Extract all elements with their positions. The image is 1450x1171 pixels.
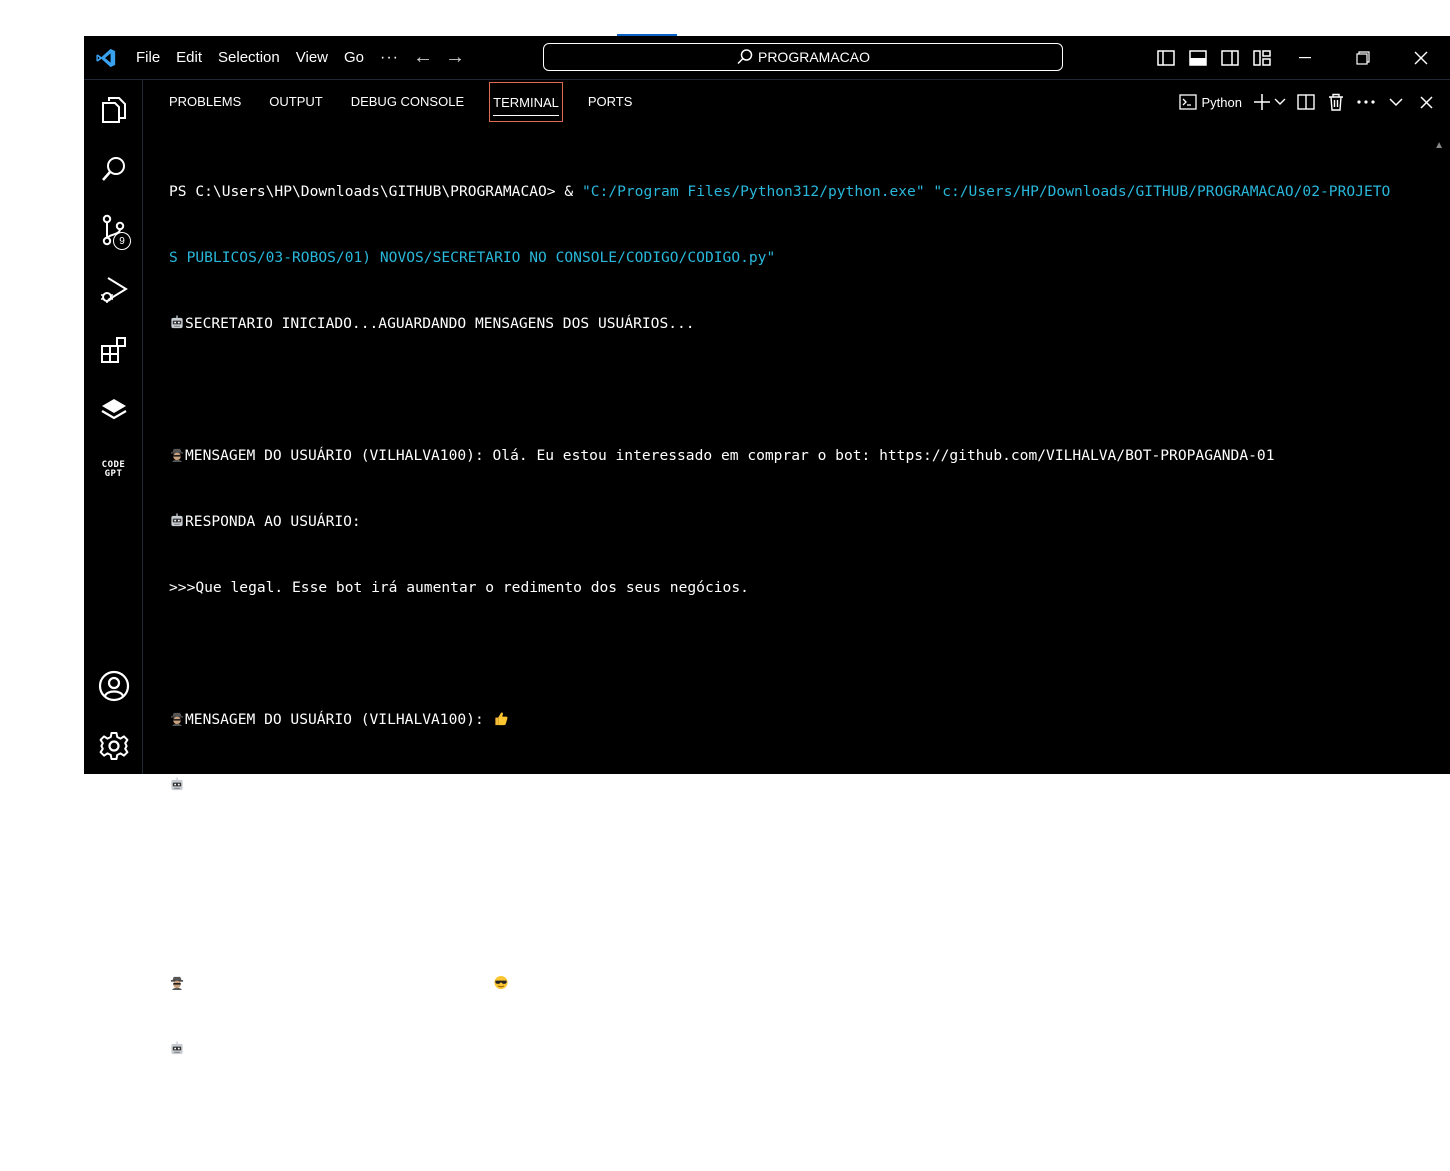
spy-emoji-icon: [170, 448, 184, 462]
close-window-icon[interactable]: [1392, 36, 1450, 80]
robot-emoji-icon: [171, 315, 183, 329]
reply-prompt-1: RESPONDA AO USUÁRIO:: [185, 513, 361, 530]
customize-layout-icon[interactable]: [1250, 46, 1274, 70]
terminal-line: PS C:\Users\HP\Downloads\GITHUB\PROGRAMA…: [169, 181, 1429, 203]
scroll-up-arrow-icon[interactable]: ▲: [1434, 140, 1444, 151]
settings-gear-icon[interactable]: [84, 720, 143, 772]
terminal-output[interactable]: PS C:\Users\HP\Downloads\GITHUB\PROGRAMA…: [169, 137, 1429, 1171]
tab-problems[interactable]: PROBLEMS: [155, 82, 255, 122]
run-debug-icon[interactable]: [84, 264, 143, 316]
command-args-continued: S PUBLICOS/03-ROBOS/01) NOVOS/SECRETARIO…: [169, 249, 776, 266]
spy-emoji-icon: [170, 976, 184, 990]
shell-prompt: PS C:\Users\HP\Downloads\GITHUB\PROGRAMA…: [169, 183, 565, 200]
kill-terminal-trash-icon[interactable]: [1326, 90, 1346, 114]
activity-bar: 9 CODE GPT: [84, 80, 143, 774]
menu-more-button[interactable]: ···: [372, 49, 407, 67]
terminal-line: MENSAGEM DO USUÁRIO (VILHALVA100):: [169, 709, 1429, 731]
tab-ports[interactable]: PORTS: [574, 82, 647, 122]
forward-arrow-icon[interactable]: →: [439, 46, 471, 69]
panel-header: PROBLEMS OUTPUT DEBUG CONSOLE TERMINAL P…: [143, 80, 1450, 124]
spy-emoji-icon: [170, 712, 184, 726]
reply-answer-2: >>>TUDO CERTO!: [169, 843, 293, 860]
window-controls: [1276, 36, 1450, 80]
split-terminal-icon[interactable]: [1296, 90, 1316, 114]
terminal-line: SECRETARIO INICIADO...AGUARDANDO MENSAGE…: [169, 313, 1429, 335]
terminal-line: RESPONDA AO USUÁRIO:: [169, 511, 1429, 533]
explorer-icon[interactable]: [84, 84, 143, 136]
terminal-shell-label: Python: [1201, 94, 1242, 110]
back-arrow-icon[interactable]: ←: [407, 46, 439, 69]
menu-selection[interactable]: Selection: [210, 43, 288, 73]
user-message-3: MENSAGEM DO USUÁRIO (VILHALVA100):: [185, 975, 493, 992]
menu-go[interactable]: Go: [336, 43, 372, 73]
title-bar: File Edit Selection View Go ··· ← → PROG…: [84, 36, 1450, 80]
extensions-icon[interactable]: [84, 324, 143, 376]
toggle-primary-sidebar-icon[interactable]: [1154, 46, 1178, 70]
toggle-secondary-sidebar-icon[interactable]: [1218, 46, 1242, 70]
command-args: "C:/Program Files/Python312/python.exe" …: [581, 183, 1391, 200]
codegpt-icon[interactable]: CODE GPT: [84, 444, 143, 496]
reply-answer-3: >>>: [169, 1107, 196, 1124]
vscode-window: File Edit Selection View Go ··· ← → PROG…: [84, 36, 1450, 1125]
command-operator: &: [564, 183, 582, 200]
terminal-line: RESPONDA AO USUÁRIO:: [169, 1039, 1429, 1061]
toggle-panel-icon[interactable]: [1186, 46, 1210, 70]
reply-answer-1: >>>Que legal. Esse bot irá aumentar o re…: [169, 579, 749, 596]
layers-icon[interactable]: [84, 384, 143, 436]
robot-emoji-icon: [171, 777, 183, 791]
terminal-line: MENSAGEM DO USUÁRIO (VILHALVA100): Olá. …: [169, 445, 1429, 467]
command-center-search[interactable]: PROGRAMACAO: [543, 43, 1063, 71]
reply-prompt-2: RESPONDA AO USUÁRIO:: [185, 777, 361, 794]
bot-started-text: SECRETARIO INICIADO...AGUARDANDO MENSAGE…: [185, 315, 695, 332]
accounts-icon[interactable]: [84, 660, 143, 712]
terminal-line: >>>Que legal. Esse bot irá aumentar o re…: [169, 577, 1429, 599]
terminal-icon: [1178, 94, 1197, 110]
source-control-icon[interactable]: 9: [84, 204, 143, 256]
minimize-icon[interactable]: [1276, 36, 1334, 80]
more-actions-icon[interactable]: [1356, 90, 1376, 114]
tab-output[interactable]: OUTPUT: [255, 82, 336, 122]
tab-debug-console[interactable]: DEBUG CONSOLE: [337, 82, 478, 122]
terminal-profile[interactable]: Python: [1178, 90, 1242, 114]
terminal-line: MENSAGEM DO USUÁRIO (VILHALVA100):: [169, 973, 1429, 995]
menu-edit[interactable]: Edit: [168, 43, 210, 73]
vscode-logo-icon: [84, 36, 128, 80]
chevron-down-icon[interactable]: [1274, 90, 1286, 114]
codegpt-label-line2: GPT: [104, 469, 123, 479]
user-message-1: MENSAGEM DO USUÁRIO (VILHALVA100): Olá. …: [185, 447, 1275, 464]
sunglasses-face-emoji-icon: [493, 975, 508, 990]
menu-file[interactable]: File: [128, 43, 168, 73]
new-terminal-icon[interactable]: [1252, 90, 1272, 114]
robot-emoji-icon: [171, 1041, 183, 1055]
source-control-badge: 9: [113, 232, 131, 250]
robot-emoji-icon: [171, 513, 183, 527]
maximize-panel-chevron-icon[interactable]: [1386, 90, 1406, 114]
panel-actions: Python: [1178, 80, 1436, 124]
thumbs-up-emoji-icon: [494, 712, 508, 726]
terminal-line: S PUBLICOS/03-ROBOS/01) NOVOS/SECRETARIO…: [169, 247, 1429, 269]
layout-controls: [1154, 46, 1274, 70]
menu-bar: File Edit Selection View Go ··· ← →: [128, 43, 471, 73]
restore-icon[interactable]: [1334, 36, 1392, 80]
search-icon[interactable]: [84, 144, 143, 196]
terminal-line: >>>TUDO CERTO!: [169, 841, 1429, 863]
menu-view[interactable]: View: [288, 43, 336, 73]
terminal-line: RESPONDA AO USUÁRIO:: [169, 775, 1429, 797]
reply-prompt-3: RESPONDA AO USUÁRIO:: [185, 1041, 361, 1058]
user-message-2: MENSAGEM DO USUÁRIO (VILHALVA100):: [185, 711, 493, 728]
tab-terminal[interactable]: TERMINAL: [489, 82, 563, 122]
search-icon: [737, 49, 753, 65]
terminal-cursor[interactable]: [195, 1106, 203, 1125]
terminal-line: >>>: [169, 1105, 1429, 1127]
close-panel-icon[interactable]: [1416, 90, 1436, 114]
search-text: PROGRAMACAO: [757, 49, 870, 65]
